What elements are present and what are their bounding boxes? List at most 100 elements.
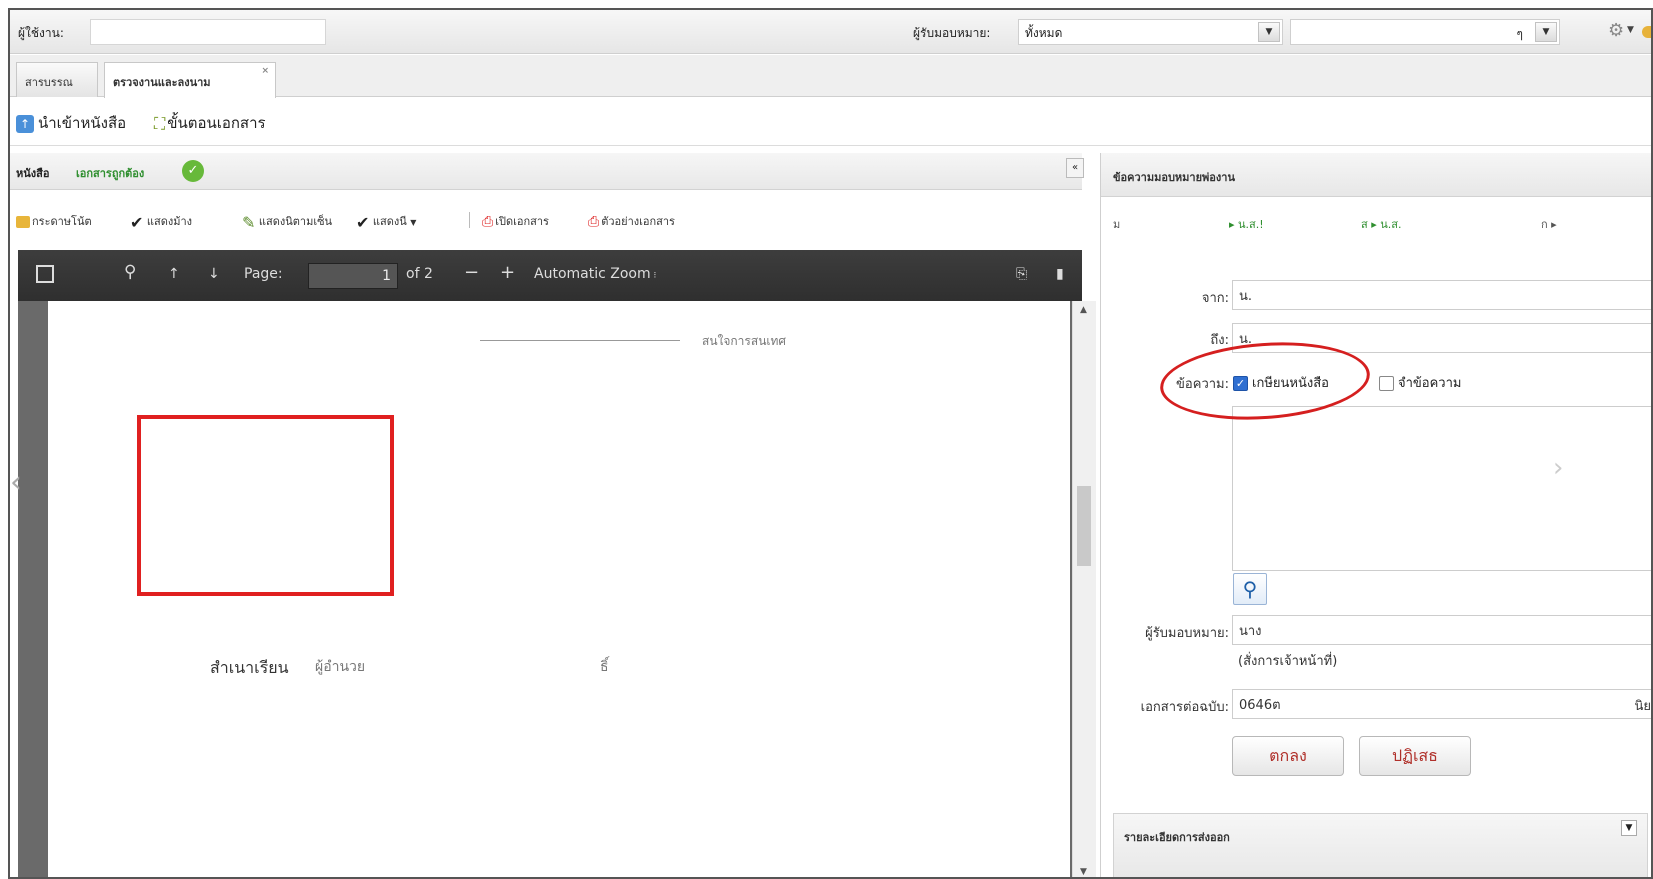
assignee-filter-value: ทั้งหมด <box>1025 26 1063 40</box>
tab-bar: สารบรรณ ตรวจงานและลงนาม × <box>10 55 1651 98</box>
steps-label: ขั้นตอนเอกสาร <box>167 114 266 132</box>
tab-label: ตรวจงานและลงนาม <box>113 76 211 89</box>
download-icon[interactable]: ⎘ <box>1016 266 1027 282</box>
toolbar-divider <box>469 212 470 228</box>
pdf-viewer-toolbar: ⚲ ↑ ↓ Page: 1 of 2 − + Automatic Zoom ⁝ … <box>18 250 1082 301</box>
pdf-director-label: ผู้อำนวย <box>315 659 366 675</box>
signature-icon: ✎ <box>242 212 256 232</box>
from-label: จาก: <box>1201 291 1229 306</box>
collapse-panel-button[interactable]: « <box>1066 158 1084 178</box>
ok-button[interactable]: ตกลง <box>1232 736 1344 776</box>
secondary-select[interactable]: ๆ ▼ <box>1290 19 1560 45</box>
note-paper-label: กระดาษโน้ต <box>32 215 92 228</box>
open-document-button[interactable]: ⎙ เปิดเอกสาร <box>482 212 549 230</box>
tab-saraban[interactable]: สารบรรณ <box>16 62 98 97</box>
show-sign-button[interactable]: ✔ แสดงม้าง <box>130 212 192 232</box>
sidebar-toggle-icon[interactable] <box>36 265 54 283</box>
attachment-tail: นิย <box>1634 699 1651 714</box>
route-step: ม <box>1113 218 1121 231</box>
page-number-input[interactable]: 1 <box>308 263 398 289</box>
show-signature-label: แสดงนิตามเซ็น <box>258 215 333 228</box>
show-signature-button[interactable]: ✎ แสดงนิตามเซ็น <box>242 212 332 232</box>
checkmark-icon: ✔ <box>130 212 144 232</box>
route-step: ▸ น.ส.! <box>1229 215 1264 233</box>
sample-document-button[interactable]: ⎙ ตัวอย่างเอกสาร <box>588 212 675 230</box>
arrow-down-icon[interactable]: ↓ <box>208 266 220 282</box>
search-icon[interactable]: ⚲ <box>124 262 136 282</box>
assignee-filter-label: ผู้รับมอบหมาย: <box>913 26 991 40</box>
page-label: Page: <box>244 266 283 282</box>
chevron-down-icon[interactable]: ▼ <box>1258 22 1280 42</box>
chevron-down-icon: ▼ <box>410 218 417 227</box>
zoom-out-icon[interactable]: − <box>464 262 479 283</box>
message-textarea[interactable] <box>1232 406 1651 571</box>
expand-icon[interactable]: ▼ <box>1621 820 1637 836</box>
remember-message-option[interactable]: จำข้อความ <box>1379 372 1461 393</box>
page-count: of 2 <box>406 266 433 282</box>
attachment-field[interactable]: 0646ต นิย <box>1232 689 1651 719</box>
document-status: เอกสารถูกต้อง <box>76 167 145 180</box>
remember-message-label: จำข้อความ <box>1398 376 1462 391</box>
assignee-filter-select[interactable]: ทั้งหมด ▼ <box>1018 19 1283 45</box>
secondary-select-value: ๆ <box>1516 27 1523 41</box>
pdf-text-fragment: ธิ์ <box>600 659 609 675</box>
zoom-in-icon[interactable]: + <box>500 262 515 283</box>
arrow-up-icon[interactable]: ↑ <box>168 266 180 282</box>
search-button[interactable]: ⚲ <box>1233 573 1267 605</box>
search-icon: ⚲ <box>1242 577 1258 601</box>
export-details-section: รายละเอียดการส่งออก ▼ <box>1113 813 1648 877</box>
pdf-cc-label: สำเนาเรียน <box>210 658 289 677</box>
chevron-down-icon: ⁝ <box>650 271 657 281</box>
to-label: ถึง: <box>1210 333 1229 348</box>
pdf-icon: ⎙ <box>482 214 494 230</box>
note-paper-button[interactable]: กระดาษโน้ต <box>16 212 92 230</box>
redacted-line <box>480 340 680 341</box>
show-menu-button[interactable]: ✔ แสดงนี ▼ <box>356 212 416 232</box>
assignee-label: ผู้รับมอบหมาย: <box>1145 626 1229 641</box>
bookmark-icon[interactable]: ▮ <box>1056 266 1064 282</box>
zoom-value: Automatic Zoom <box>534 266 651 282</box>
tab-label: สารบรรณ <box>25 76 73 89</box>
assignment-panel: ข้อความมอบหมายพ่องาน ม ▸ น.ส.! ส ▸ น.ส. … <box>1100 153 1651 877</box>
sample-document-label: ตัวอย่างเอกสาร <box>601 215 675 228</box>
app-window: ผู้ใช้งาน: ผู้รับมอบหมาย: ทั้งหมด ▼ ๆ ▼ … <box>8 8 1653 879</box>
assignee-note: (สั่งการเจ้าหน้าที่) <box>1238 654 1338 669</box>
steps-icon: ⛶ <box>154 113 166 133</box>
import-document-button[interactable]: ↑ นำเข้าหนังสือ <box>16 111 126 135</box>
document-steps-button[interactable]: ⛶ ขั้นตอนเอกสาร <box>154 111 266 135</box>
user-input[interactable] <box>90 19 326 45</box>
route-step-label: ส ▸ น.ส. <box>1361 218 1402 231</box>
status-dot-icon <box>1642 26 1651 38</box>
tab-review-sign[interactable]: ตรวจงานและลงนาม × <box>104 62 276 98</box>
gear-menu-caret-icon[interactable]: ▼ <box>1627 25 1634 35</box>
zoom-select[interactable]: Automatic Zoom ⁝ <box>534 266 656 282</box>
document-panel-header: หนังสือ เอกสารถูกต้อง ✓ <box>10 153 1082 190</box>
route-step: ก ▸ <box>1541 218 1557 231</box>
action-bar: ↑ นำเข้าหนังสือ ⛶ ขั้นตอนเอกสาร <box>10 98 1651 146</box>
chevron-right-icon: › <box>1553 453 1564 483</box>
from-field[interactable]: น. <box>1232 280 1651 310</box>
document-panel-title: หนังสือ <box>16 167 50 180</box>
checkbox-icon[interactable] <box>1379 376 1394 391</box>
chevron-down-icon[interactable]: ▼ <box>1535 22 1557 42</box>
open-document-label: เปิดเอกสาร <box>495 215 549 228</box>
attachment-value: 0646ต <box>1239 698 1281 713</box>
show-menu-label: แสดงนี <box>372 215 407 228</box>
show-sign-label: แสดงม้าง <box>146 215 193 228</box>
attachment-label: เอกสารต่อฉบับ: <box>1140 700 1229 715</box>
assignee-field[interactable]: นาง <box>1232 615 1651 645</box>
assignment-panel-header: ข้อความมอบหมายพ่องาน <box>1101 153 1651 197</box>
note-icon <box>16 216 30 228</box>
scroll-down-icon[interactable]: ▼ <box>1080 867 1087 877</box>
pdf-scrollbar[interactable]: ▲ ▼ <box>1072 301 1096 877</box>
reject-button[interactable]: ปฏิเสธ <box>1359 736 1471 776</box>
close-icon[interactable]: × <box>261 66 269 76</box>
checkmark-icon: ✔ <box>356 212 370 232</box>
user-label: ผู้ใช้งาน: <box>18 26 64 40</box>
route-step-label: ▸ น.ส.! <box>1229 218 1264 231</box>
route-step: ส ▸ น.ส. <box>1361 215 1401 233</box>
check-circle-icon: ✓ <box>182 160 204 182</box>
scroll-up-icon[interactable]: ▲ <box>1080 305 1087 315</box>
scrollbar-thumb[interactable] <box>1077 486 1091 566</box>
chevron-left-icon[interactable]: ‹ <box>10 465 24 500</box>
